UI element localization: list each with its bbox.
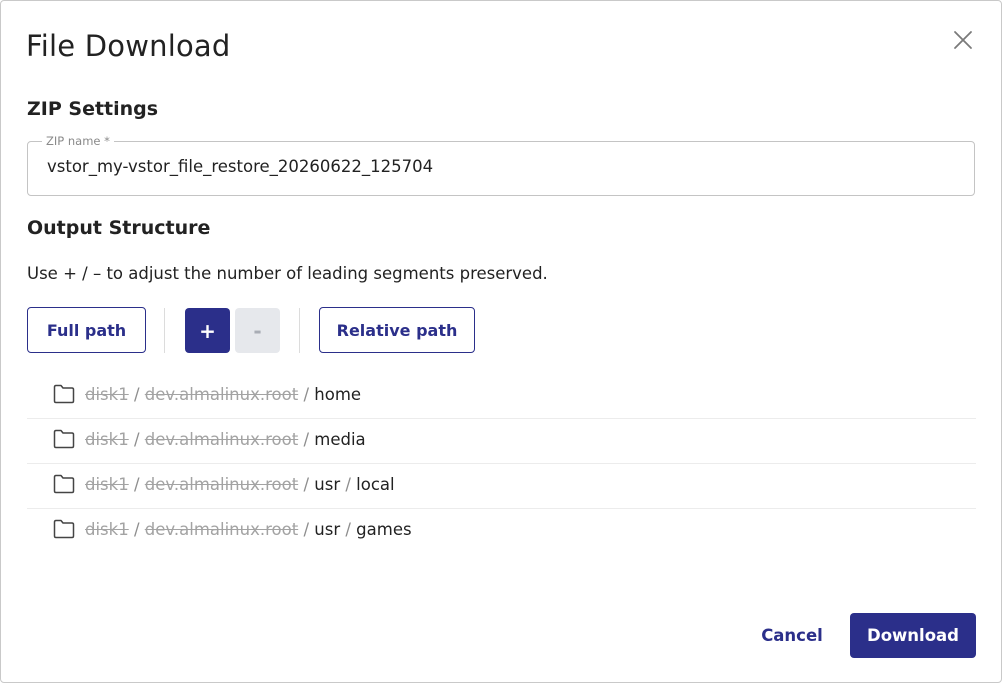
- path-text: disk1 / dev.almalinux.root / home: [85, 385, 361, 404]
- zip-name-field[interactable]: ZIP name *: [27, 134, 975, 196]
- close-button[interactable]: [950, 27, 976, 53]
- cancel-button[interactable]: Cancel: [750, 613, 834, 658]
- path-segment-excluded: disk1: [85, 385, 129, 404]
- file-download-dialog: File Download ZIP Settings ZIP name * Ou…: [0, 0, 1002, 683]
- path-text: disk1 / dev.almalinux.root / usr / games: [85, 520, 412, 539]
- path-segment-kept: media: [314, 430, 366, 449]
- path-separator: /: [298, 520, 315, 539]
- output-structure-hint: Use + / – to adjust the number of leadin…: [27, 264, 548, 283]
- folder-icon: [53, 384, 75, 404]
- path-segment-kept: usr: [314, 475, 341, 494]
- zip-settings-heading: ZIP Settings: [27, 98, 159, 120]
- add-segment-button[interactable]: +: [185, 308, 230, 353]
- full-path-button[interactable]: Full path: [27, 307, 146, 353]
- path-segment-kept: local: [356, 475, 395, 494]
- path-segment-excluded: dev.almalinux.root: [144, 430, 299, 449]
- path-separator: /: [340, 475, 357, 494]
- path-segment-excluded: disk1: [85, 520, 129, 539]
- path-row: disk1 / dev.almalinux.root / home: [27, 374, 976, 419]
- dialog-title: File Download: [26, 29, 231, 63]
- path-segment-excluded: dev.almalinux.root: [144, 385, 299, 404]
- path-segment-excluded: dev.almalinux.root: [144, 475, 299, 494]
- path-separator: /: [128, 385, 145, 404]
- divider: [299, 308, 300, 353]
- folder-icon: [53, 474, 75, 494]
- output-structure-heading: Output Structure: [27, 217, 211, 239]
- path-segment-kept: games: [356, 520, 412, 539]
- relative-path-button[interactable]: Relative path: [319, 307, 475, 353]
- path-separator: /: [128, 430, 145, 449]
- folder-icon: [53, 519, 75, 539]
- path-row: disk1 / dev.almalinux.root / usr / local: [27, 464, 976, 509]
- path-segment-excluded: disk1: [85, 475, 129, 494]
- path-separator: /: [298, 475, 315, 494]
- path-segment-kept: home: [314, 385, 362, 404]
- divider: [164, 308, 165, 353]
- path-row: disk1 / dev.almalinux.root / media: [27, 419, 976, 464]
- path-text: disk1 / dev.almalinux.root / media: [85, 430, 366, 449]
- zip-name-label: ZIP name *: [42, 134, 114, 148]
- path-separator: /: [298, 430, 315, 449]
- path-segment-excluded: disk1: [85, 430, 129, 449]
- path-separator: /: [340, 520, 357, 539]
- zip-name-input[interactable]: [47, 157, 947, 176]
- remove-segment-button: -: [235, 308, 280, 353]
- download-button[interactable]: Download: [850, 613, 976, 658]
- path-separator: /: [298, 385, 315, 404]
- folder-icon: [53, 429, 75, 449]
- close-icon: [954, 31, 972, 49]
- path-list: disk1 / dev.almalinux.root / home disk1 /…: [27, 374, 976, 553]
- path-separator: /: [128, 520, 145, 539]
- path-text: disk1 / dev.almalinux.root / usr / local: [85, 475, 395, 494]
- path-segment-kept: usr: [314, 520, 341, 539]
- path-segment-excluded: dev.almalinux.root: [144, 520, 299, 539]
- path-row: disk1 / dev.almalinux.root / usr / games: [27, 509, 976, 553]
- path-separator: /: [128, 475, 145, 494]
